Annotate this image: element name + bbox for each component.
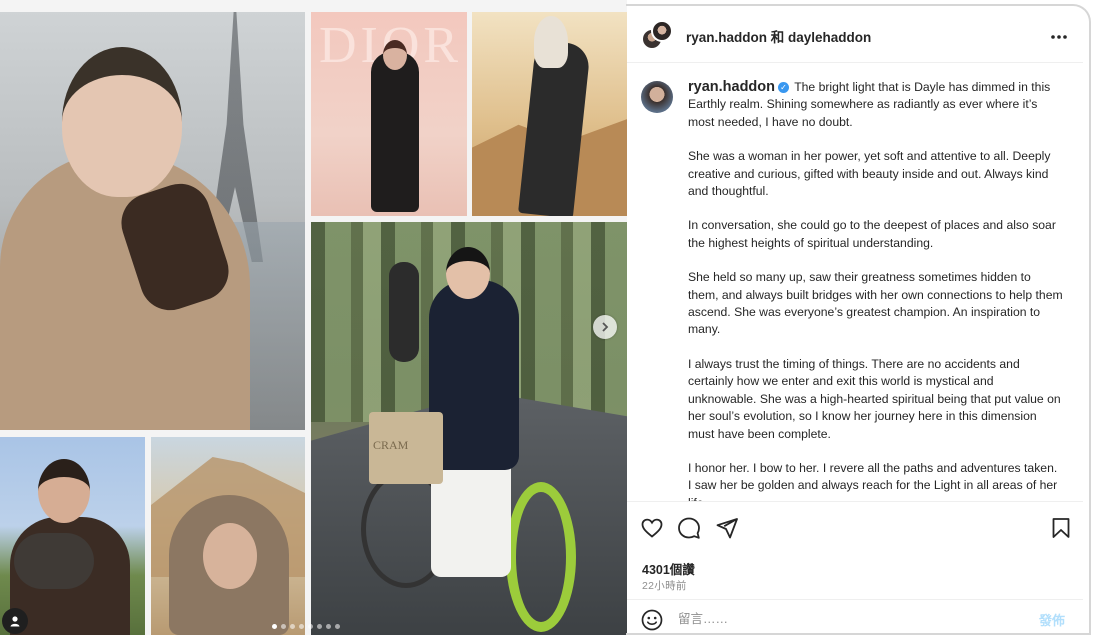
portrait-head-shape bbox=[62, 47, 182, 197]
post-actions: 4301個讚 22小時前 發佈 bbox=[627, 501, 1083, 635]
caption-paragraph: In conversation, she could go to the dee… bbox=[688, 218, 1056, 250]
carousel-dot bbox=[281, 624, 286, 629]
post-timestamp[interactable]: 22小時前 bbox=[642, 578, 687, 593]
figure-head-shape bbox=[383, 40, 407, 70]
figure-shape bbox=[371, 52, 419, 212]
figure-head-shape bbox=[38, 459, 90, 523]
heart-icon[interactable] bbox=[640, 516, 664, 540]
chevron-right-icon[interactable] bbox=[593, 315, 617, 339]
caption-paragraph: She held so many up, saw their greatness… bbox=[688, 270, 1063, 337]
photo-bicycle: CRAM bbox=[311, 222, 627, 635]
figure-head-shape bbox=[446, 247, 490, 299]
photo-with-dog bbox=[0, 437, 145, 635]
scarf-shape bbox=[534, 16, 568, 68]
caption-paragraph: She was a woman in her power, yet soft a… bbox=[688, 149, 1051, 199]
comment-input[interactable] bbox=[678, 608, 1018, 630]
caption-paragraph: I honor her. I bow to her. I revere all … bbox=[688, 460, 1058, 501]
bookmark-icon[interactable] bbox=[1049, 516, 1073, 540]
comment-composer: 發佈 bbox=[627, 599, 1083, 635]
cyclist-shape bbox=[389, 262, 419, 362]
carousel-dot bbox=[290, 624, 295, 629]
wheel-shape bbox=[506, 482, 576, 632]
carousel-dot bbox=[308, 624, 313, 629]
post-header: ryan.haddon 和 daylehaddon bbox=[627, 6, 1083, 63]
caption-username[interactable]: ryan.haddon bbox=[688, 79, 775, 95]
post-comment-button[interactable]: 發佈 bbox=[1039, 610, 1065, 629]
photo-desert bbox=[472, 12, 627, 216]
post-details-panel: ryan.haddon 和 daylehaddon ryan.haddon ✓ T… bbox=[627, 6, 1089, 635]
avatar bbox=[651, 20, 673, 42]
verified-icon: ✓ bbox=[778, 82, 790, 93]
photo-sphinx bbox=[151, 437, 305, 635]
photo-dior-event: DIOR bbox=[311, 12, 467, 216]
more-icon[interactable] bbox=[1050, 24, 1068, 45]
carousel-indicator bbox=[272, 624, 340, 629]
share-icon[interactable] bbox=[715, 516, 739, 540]
caption-paragraph: I always trust the timing of things. The… bbox=[688, 356, 1061, 441]
emoji-icon[interactable] bbox=[641, 609, 663, 631]
photo-eiffel-portrait bbox=[0, 12, 305, 430]
post-modal: DIOR CRAM bbox=[0, 0, 1093, 635]
comment-icon[interactable] bbox=[677, 516, 701, 540]
post-media[interactable]: DIOR CRAM bbox=[0, 0, 627, 635]
post-authors[interactable]: ryan.haddon 和 daylehaddon bbox=[686, 26, 871, 46]
carousel-dot bbox=[299, 624, 304, 629]
caption-paragraph: ryan.haddon ✓ The bright light that is Da… bbox=[688, 79, 1063, 131]
carousel-dot bbox=[335, 624, 340, 629]
bag-text: CRAM bbox=[373, 438, 409, 452]
avatar-stack[interactable] bbox=[641, 20, 673, 52]
carousel-dot bbox=[272, 624, 277, 629]
carousel-dot bbox=[326, 624, 331, 629]
caption: ryan.haddon ✓ The bright light that is Da… bbox=[688, 79, 1063, 501]
avatar[interactable] bbox=[641, 81, 673, 113]
dog-shape bbox=[14, 533, 94, 589]
like-count[interactable]: 4301個讚 bbox=[642, 559, 695, 578]
figure-head-shape bbox=[203, 523, 257, 589]
user-tag-icon[interactable] bbox=[2, 608, 28, 634]
caption-scroll-area[interactable]: ryan.haddon ✓ The bright light that is Da… bbox=[627, 64, 1083, 501]
shopping-bag-shape: CRAM bbox=[369, 412, 443, 484]
carousel-dot bbox=[317, 624, 322, 629]
